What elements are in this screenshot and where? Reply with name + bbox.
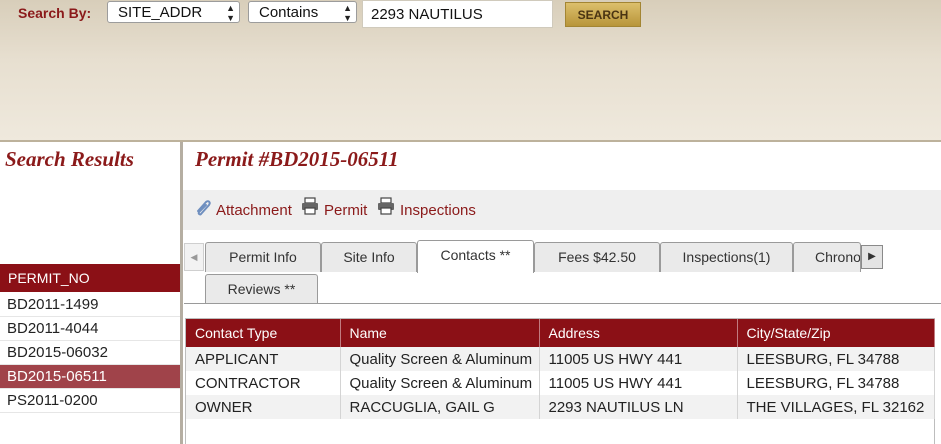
permit-print-link[interactable]: Permit (324, 202, 367, 219)
select-arrows-icon: ▲ ▼ (343, 3, 352, 23)
cell-address: 11005 US HWY 441 (539, 347, 738, 371)
tab-reviews[interactable]: Reviews ** (205, 274, 318, 304)
results-panel: Search Results PERMIT_NO BD2011-1499 BD2… (0, 142, 183, 444)
action-link-bar: Attachment Permit Inspections (183, 190, 941, 230)
column-header-contact-type[interactable]: Contact Type (186, 319, 341, 347)
permit-row[interactable]: BD2011-1499 (0, 293, 180, 317)
tab-contacts[interactable]: Contacts ** (417, 240, 534, 273)
column-header-address[interactable]: Address (539, 319, 738, 347)
cell-name: Quality Screen & Aluminum (340, 371, 540, 395)
tab-inspections[interactable]: Inspections(1) (660, 242, 793, 272)
results-title: Search Results (5, 147, 134, 171)
tab-permit-info[interactable]: Permit Info (205, 242, 321, 272)
table-header-row: Contact Type Name Address City/State/Zip (186, 319, 935, 347)
tab-strip-divider (184, 303, 941, 304)
tab-fees[interactable]: Fees $42.50 (534, 242, 660, 272)
permit-row-selected[interactable]: BD2015-06511 (0, 365, 180, 389)
permit-no-column-header[interactable]: PERMIT_NO (0, 264, 180, 292)
permit-row[interactable]: BD2011-4044 (0, 317, 180, 341)
tab-chrono[interactable]: Chrono (793, 242, 861, 272)
cell-contact-type: APPLICANT (186, 347, 341, 371)
permit-row[interactable]: PS2011-0200 (0, 389, 180, 413)
search-by-label: Search By: (18, 5, 92, 21)
search-operator-value: Contains (259, 4, 319, 21)
cell-address: 2293 NAUTILUS LN (539, 395, 738, 419)
inspections-print-link[interactable]: Inspections (400, 202, 476, 219)
cell-contact-type: CONTRACTOR (186, 371, 341, 395)
cell-contact-type: OWNER (186, 395, 341, 419)
chevron-right-icon[interactable]: ▶ (861, 245, 883, 269)
search-field-value: SITE_ADDR (118, 4, 203, 21)
cell-address: 11005 US HWY 441 (539, 371, 738, 395)
paperclip-icon (197, 200, 211, 216)
permit-row[interactable]: BD2015-06032 (0, 341, 180, 365)
search-button[interactable]: SEARCH (565, 2, 641, 27)
table-row[interactable]: APPLICANT Quality Screen & Aluminum 1100… (186, 347, 935, 371)
select-arrows-icon: ▲ ▼ (226, 3, 235, 23)
cell-name: RACCUGLIA, GAIL G (340, 395, 540, 419)
search-operator-select[interactable]: Contains ▲ ▼ (248, 1, 357, 23)
printer-icon (378, 197, 394, 215)
search-field-select[interactable]: SITE_ADDR ▲ ▼ (107, 1, 240, 23)
printer-icon (302, 197, 318, 215)
search-input[interactable] (362, 0, 553, 28)
search-bar: Search By: SITE_ADDR ▲▼ Contains ▲▼ SEAR… (0, 0, 941, 142)
tab-site-info[interactable]: Site Info (321, 242, 417, 272)
table-row[interactable]: CONTRACTOR Quality Screen & Aluminum 110… (186, 371, 935, 395)
cell-city-state-zip: LEESBURG, FL 34788 (737, 347, 935, 371)
cell-city-state-zip: THE VILLAGES, FL 32162 (737, 395, 935, 419)
permit-title: Permit #BD2015-06511 (195, 147, 399, 171)
column-header-name[interactable]: Name (340, 319, 540, 347)
table-row[interactable]: OWNER RACCUGLIA, GAIL G 2293 NAUTILUS LN… (186, 395, 935, 419)
contacts-table: Contact Type Name Address City/State/Zip… (186, 319, 935, 419)
attachment-link[interactable]: Attachment (216, 202, 292, 219)
cell-city-state-zip: LEESBURG, FL 34788 (737, 371, 935, 395)
column-header-city-state-zip[interactable]: City/State/Zip (737, 319, 935, 347)
chevron-left-icon[interactable]: ◀ (184, 243, 204, 271)
cell-name: Quality Screen & Aluminum (340, 347, 540, 371)
